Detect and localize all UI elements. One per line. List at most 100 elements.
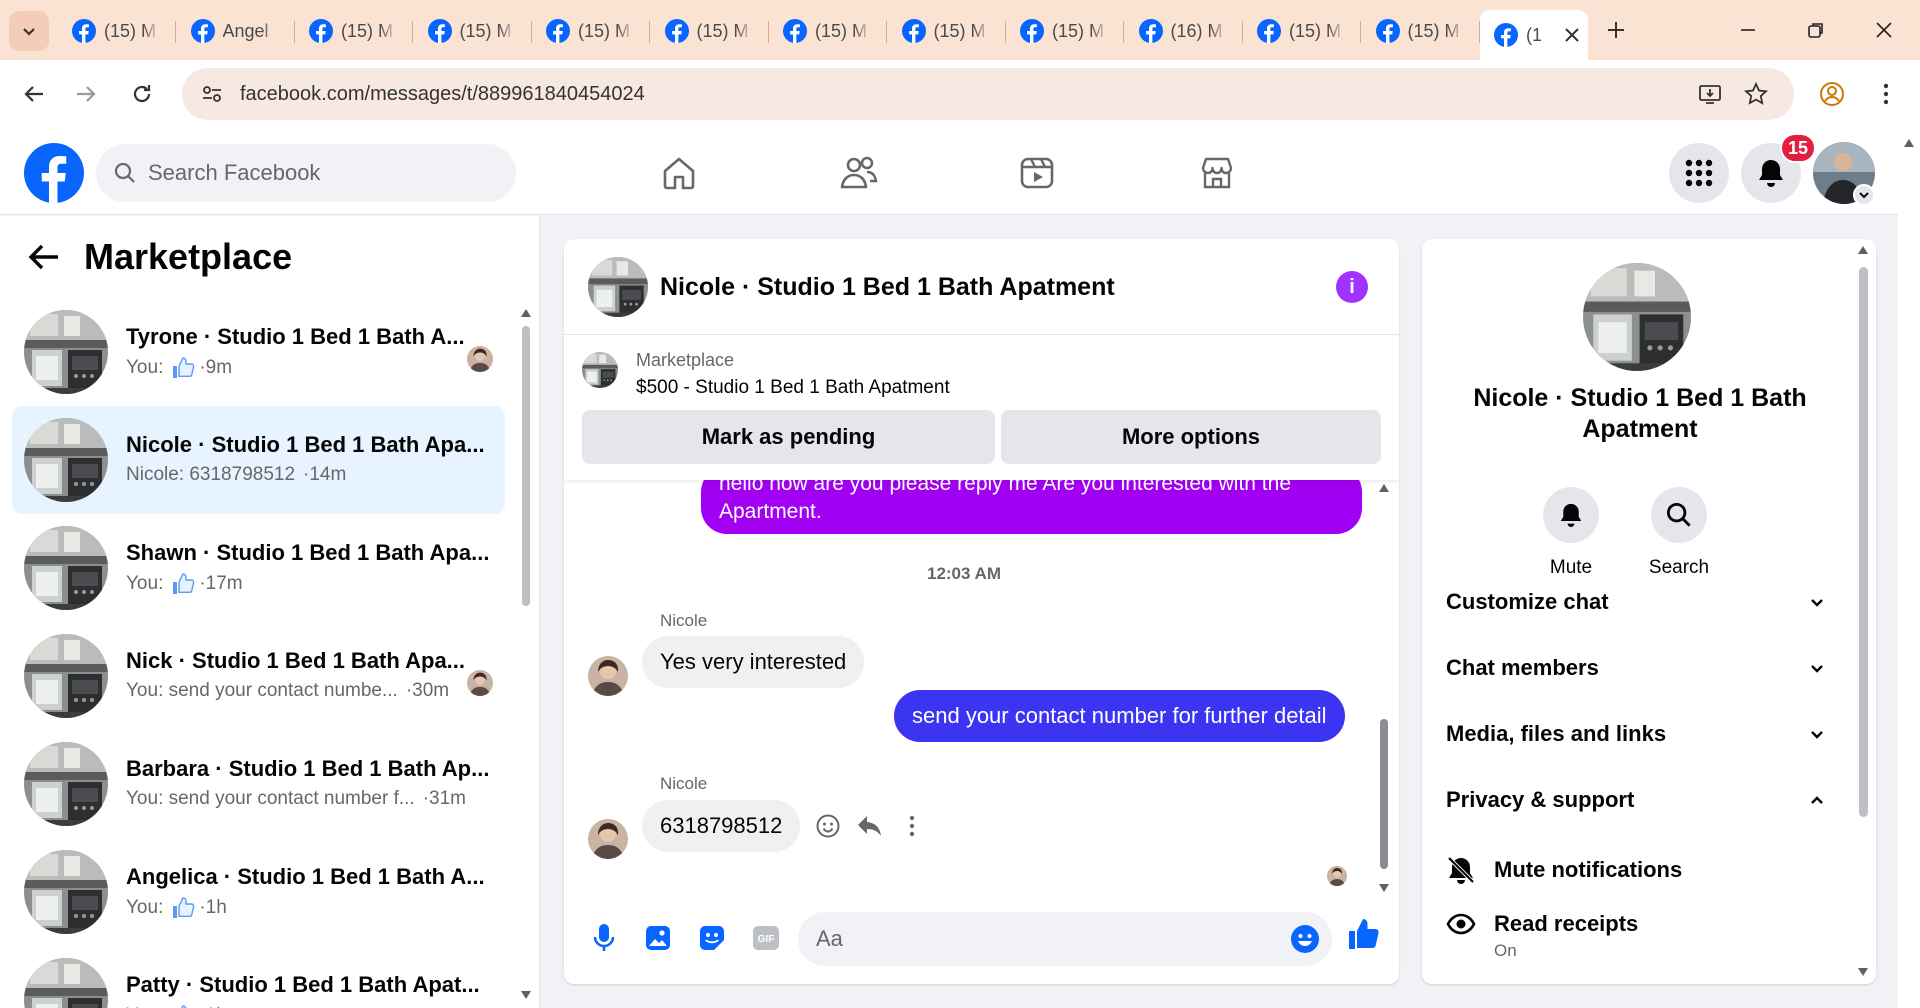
message-input-box[interactable] (798, 912, 1332, 966)
conversation-item[interactable]: Barbara · Studio 1 Bed 1 Bath Ap... You: … (12, 730, 505, 838)
sender-avatar[interactable] (588, 656, 628, 696)
nav-friends[interactable] (804, 144, 914, 202)
reply-button[interactable] (852, 808, 888, 844)
gif-button[interactable]: GIF (746, 918, 786, 958)
sticker-icon (700, 926, 724, 950)
chat-members-section[interactable]: Chat members (1434, 637, 1838, 699)
message-input[interactable] (816, 926, 1276, 952)
listing-thumbnail[interactable] (582, 352, 618, 388)
forward-button[interactable] (66, 74, 106, 114)
browser-tab[interactable]: Angel (177, 10, 295, 52)
browser-tab[interactable]: (15) M (295, 10, 413, 52)
more-options-button[interactable]: More options (1001, 410, 1381, 464)
facebook-logo-icon[interactable] (24, 143, 84, 203)
browser-tab[interactable]: (15) M (58, 10, 176, 52)
browser-tab[interactable]: (15) M (1243, 10, 1361, 52)
conversation-avatar (24, 418, 108, 502)
search-input[interactable] (148, 160, 468, 186)
account-chevron[interactable] (1853, 184, 1875, 206)
media-files-links-section[interactable]: Media, files and links (1434, 703, 1838, 765)
details-scrollbar[interactable] (1852, 239, 1874, 984)
profile-button[interactable] (1812, 74, 1852, 114)
nav-video[interactable] (982, 144, 1092, 202)
browser-tab[interactable]: (15) M (651, 10, 769, 52)
page-title: Marketplace (84, 236, 293, 277)
install-app-button[interactable] (1690, 68, 1730, 120)
privacy-support-section[interactable]: Privacy & support (1434, 769, 1838, 831)
menu-button[interactable] (1669, 143, 1729, 203)
browser-tab[interactable]: (15) M (888, 10, 1006, 52)
sticker-button[interactable] (692, 918, 732, 958)
nav-marketplace[interactable] (1162, 144, 1272, 202)
mark-as-pending-button[interactable]: Mark as pending (582, 410, 995, 464)
conversation-item[interactable]: Angelica · Studio 1 Bed 1 Bath A... You: ·… (12, 838, 505, 946)
browser-tab[interactable]: (15) M (1362, 10, 1480, 52)
conversation-item[interactable]: Nick · Studio 1 Bed 1 Bath Apa... You: se… (12, 622, 505, 730)
search-box[interactable] (96, 144, 516, 202)
browser-menu-button[interactable] (1866, 74, 1906, 114)
mute-notifications-item[interactable]: Mute notifications (1434, 843, 1838, 897)
sender-avatar[interactable] (588, 819, 628, 859)
photo-icon (646, 926, 670, 950)
browser-tab[interactable]: (1 (1480, 10, 1588, 60)
scroll-thumb[interactable] (1859, 267, 1868, 817)
read-receipts-item[interactable]: Read receipts On (1434, 897, 1838, 960)
conversation-list-scrollbar[interactable] (519, 296, 533, 1008)
mute-action[interactable]: Mute (1526, 487, 1616, 579)
restore-button[interactable] (1796, 12, 1836, 48)
back-button[interactable] (14, 74, 54, 114)
outgoing-message[interactable]: hello how are you please reply me Are yo… (701, 480, 1362, 534)
chat-title[interactable]: Nicole · Studio 1 Bed 1 Bath Apatment (660, 273, 1115, 302)
incoming-message[interactable]: 6318798512 (642, 800, 801, 852)
conversation-item[interactable]: Patty · Studio 1 Bed 1 Bath Apat...You:·… (12, 946, 505, 1008)
react-button[interactable] (810, 808, 846, 844)
chat-avatar[interactable] (588, 257, 648, 317)
conversation-item[interactable]: Shawn · Studio 1 Bed 1 Bath Apa... You: ·1… (12, 514, 505, 622)
conversation-name: Tyrone · Studio 1 Bed 1 Bath A... (126, 324, 465, 349)
scroll-thumb[interactable] (522, 326, 530, 606)
reload-button[interactable] (122, 74, 162, 114)
attach-photo-button[interactable] (638, 918, 678, 958)
tab-search-button[interactable] (9, 11, 49, 51)
omnibox[interactable]: facebook.com/messages/t/889961840454024 (182, 68, 1794, 120)
close-tab-icon[interactable] (1564, 27, 1580, 43)
listing-price-title[interactable]: $500 - Studio 1 Bed 1 Bath Apatment (636, 377, 950, 399)
incoming-message[interactable]: Yes very interested (642, 636, 865, 688)
minimize-button[interactable] (1728, 12, 1768, 48)
seen-avatar (467, 670, 493, 696)
customize-chat-section[interactable]: Customize chat (1434, 571, 1838, 633)
details-name[interactable]: Nicole · Studio 1 Bed 1 Bath Apatment (1442, 383, 1838, 445)
scroll-thumb[interactable] (1380, 719, 1388, 869)
chat-scrollbar[interactable] (1376, 479, 1392, 899)
bookmark-button[interactable] (1736, 68, 1776, 120)
conversation-item[interactable]: Tyrone · Studio 1 Bed 1 Bath A... You: ·9m (12, 298, 505, 406)
close-window-button[interactable] (1864, 12, 1904, 48)
search-action[interactable]: Search (1634, 487, 1724, 579)
browser-tab[interactable]: (15) M (414, 10, 532, 52)
send-like-button[interactable] (1344, 914, 1384, 954)
conversation-item[interactable]: Nicole · Studio 1 Bed 1 Bath Apa... Nicol… (12, 406, 505, 514)
info-icon[interactable]: i (1336, 271, 1368, 303)
preview-prefix: You: (126, 897, 164, 918)
scroll-down-arrow-icon (1858, 968, 1868, 976)
nav-home[interactable] (624, 144, 734, 202)
url-text[interactable]: facebook.com/messages/t/889961840454024 (240, 83, 645, 106)
outgoing-message[interactable]: send your contact number for further det… (894, 690, 1345, 742)
browser-tab[interactable]: (16) M (1125, 10, 1243, 52)
message-time: ·14m (303, 464, 347, 485)
browser-tab[interactable]: (15) M (769, 10, 887, 52)
page-scrollbar[interactable] (1898, 130, 1920, 1008)
site-info-icon[interactable] (196, 78, 228, 110)
details-avatar[interactable] (1583, 263, 1691, 371)
voice-clip-button[interactable] (584, 918, 624, 958)
emoji-icon[interactable] (1290, 924, 1320, 954)
message-preview: Nicole: 6318798512 (126, 464, 296, 485)
new-tab-button[interactable] (1598, 12, 1634, 48)
message-more-button[interactable] (894, 808, 930, 844)
browser-tab[interactable]: (15) M (532, 10, 650, 52)
browser-tab[interactable]: (15) M (1006, 10, 1124, 52)
conversation-name: Patty · Studio 1 Bed 1 Bath Apat... (126, 972, 480, 997)
facebook-favicon-icon (546, 19, 570, 43)
scroll-up-arrow-icon (521, 309, 531, 317)
back-arrow-icon[interactable] (28, 243, 60, 271)
